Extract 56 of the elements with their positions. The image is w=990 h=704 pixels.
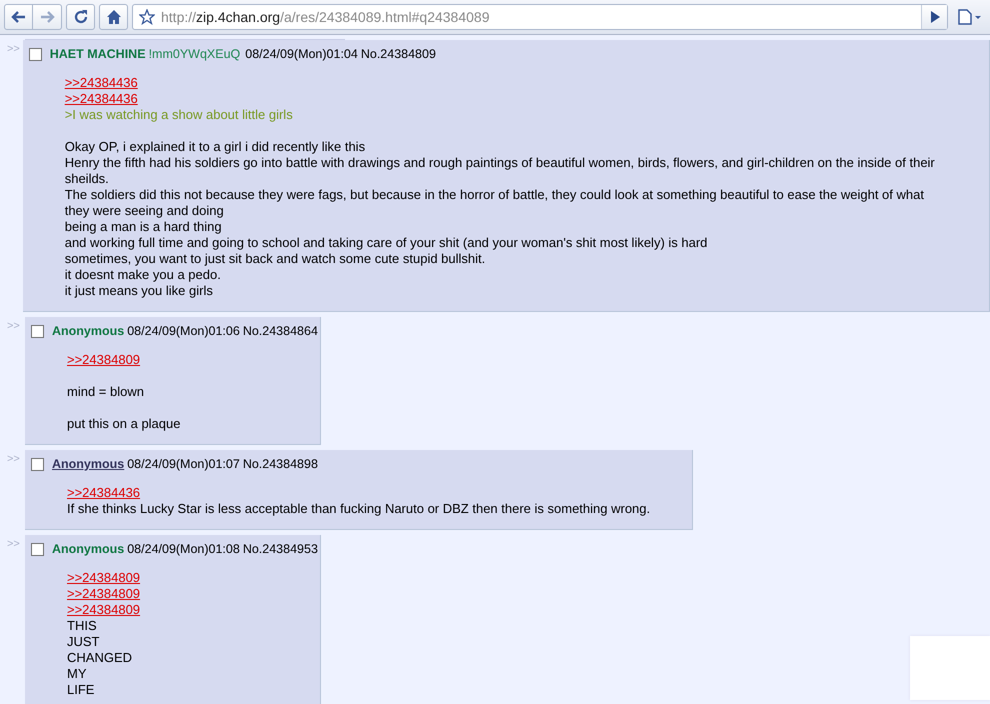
page-icon bbox=[957, 9, 981, 25]
quote-link[interactable]: >>24384809 bbox=[67, 352, 140, 367]
poster-name: HAET MACHINE bbox=[50, 46, 146, 62]
post-text: MY bbox=[67, 666, 86, 681]
post-text: JUST bbox=[67, 634, 100, 649]
post-text: If she thinks Lucky Star is less acceptable than fucking Naruto or DBZ then there is something wrong. bbox=[67, 501, 650, 516]
quote-link[interactable]: >>24384809 bbox=[67, 570, 140, 585]
post-text: CHANGED bbox=[67, 650, 132, 665]
quote-link[interactable]: >>24384436 bbox=[64, 75, 138, 90]
delete-checkbox[interactable] bbox=[31, 542, 44, 556]
post-date: 08/24/09(Mon)01:06 bbox=[127, 323, 240, 339]
reload-button[interactable] bbox=[66, 4, 95, 30]
greentext-line: >I was watching a show about little girls bbox=[64, 107, 293, 122]
post-number[interactable]: No.24384898 bbox=[242, 456, 318, 472]
back-arrow-icon bbox=[10, 9, 26, 25]
post-text: Henry the fifth had his soldiers go into battle with drawings and rough paintings of beautiful women, birds, flowers, and girl-children on the inside of their sheilds. bbox=[64, 155, 935, 186]
post-number[interactable]: No.24384953 bbox=[242, 541, 318, 557]
star-icon[interactable] bbox=[139, 9, 155, 25]
poster-name: Anonymous bbox=[52, 323, 124, 339]
delete-checkbox[interactable] bbox=[31, 458, 44, 470]
tripcode: !mm0YWqXEuQ bbox=[148, 46, 240, 62]
forward-arrow-icon bbox=[39, 9, 55, 25]
reload-icon bbox=[72, 9, 88, 25]
play-icon bbox=[930, 11, 940, 23]
post-text: it doesnt make you a pedo. bbox=[64, 267, 221, 282]
poster-name: Anonymous bbox=[52, 541, 124, 557]
post-number[interactable]: No.24384864 bbox=[242, 323, 318, 339]
post-text: THIS bbox=[67, 618, 97, 633]
reply-marker: >> bbox=[6, 319, 21, 333]
post-text: LIFE bbox=[67, 682, 94, 697]
post-date: 08/24/09(Mon)01:04 bbox=[245, 46, 358, 62]
post-text: sometimes, you want to just sit back and watch some cute stupid bullshit. bbox=[64, 251, 486, 266]
post-text: Okay OP, i explained it to a girl i did recently like this bbox=[64, 139, 366, 154]
go-button[interactable] bbox=[921, 5, 947, 29]
post-text: being a man is a hard thing bbox=[64, 219, 222, 234]
home-button[interactable] bbox=[99, 4, 128, 30]
reply-marker: >> bbox=[6, 452, 21, 466]
address-field[interactable]: http://zip.4chan.org/a/res/24384089.html#q24384089 bbox=[132, 4, 948, 30]
home-icon bbox=[106, 9, 122, 25]
quote-link[interactable]: >>24384436 bbox=[64, 91, 138, 106]
post-date: 08/24/09(Mon)01:07 bbox=[127, 456, 240, 472]
poster-name-link[interactable]: Anonymous bbox=[52, 456, 124, 472]
post-text: it just means you like girls bbox=[64, 283, 213, 298]
quote-link[interactable]: >>24384436 bbox=[67, 485, 140, 500]
reply-marker: >> bbox=[6, 537, 21, 551]
delete-checkbox[interactable] bbox=[31, 324, 44, 338]
post-number[interactable]: No.24384809 bbox=[360, 46, 436, 62]
post-text: put this on a plaque bbox=[67, 416, 180, 431]
post-text: and working full time and going to school and taking care of your shit (and your woman's shit most likely) is hard bbox=[64, 235, 708, 250]
reply-marker: >> bbox=[6, 42, 21, 56]
delete-checkbox[interactable] bbox=[28, 48, 42, 60]
post-text: mind = blown bbox=[67, 384, 144, 399]
quote-link[interactable]: >>24384809 bbox=[67, 586, 140, 601]
quote-link[interactable]: >>24384809 bbox=[67, 602, 140, 617]
back-button[interactable] bbox=[4, 4, 33, 30]
post-date: 08/24/09(Mon)01:08 bbox=[127, 541, 240, 557]
